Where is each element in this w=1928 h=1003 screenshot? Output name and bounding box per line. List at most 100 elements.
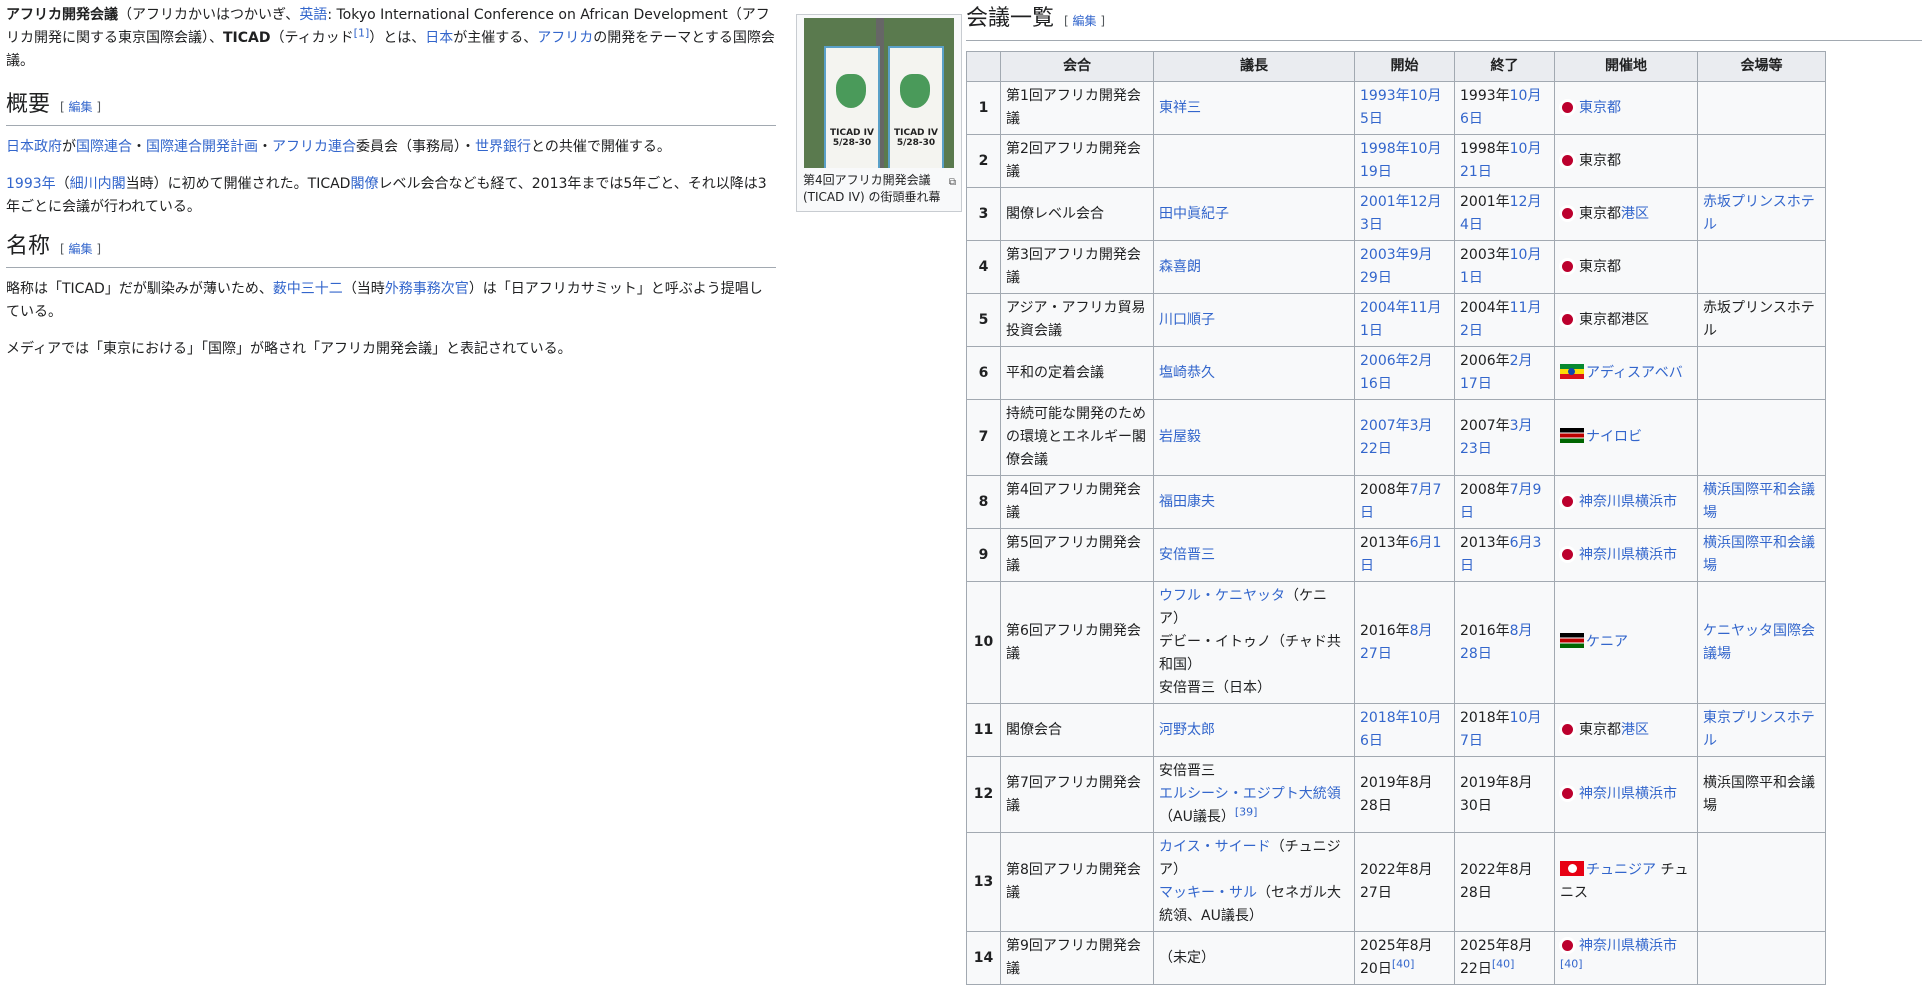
intro-bold-title: アフリカ開発会議 bbox=[6, 7, 118, 23]
link-english[interactable]: 英語 bbox=[299, 7, 327, 23]
link-african-union[interactable]: アフリカ連合 bbox=[272, 139, 356, 155]
cell-link[interactable]: 河野太郎 bbox=[1159, 722, 1215, 738]
link-vice-minister[interactable]: 外務事務次官 bbox=[385, 281, 469, 297]
cell-text: 2022年8月28日 bbox=[1460, 862, 1533, 901]
cell-text: 2007年 bbox=[1460, 417, 1510, 434]
cell-link[interactable]: 1993年10月5日 bbox=[1360, 88, 1441, 127]
cell-link[interactable]: 神奈川県横浜市 bbox=[1579, 938, 1677, 954]
header-venue[interactable]: 会場等 bbox=[1697, 51, 1826, 82]
location-cell: 東京都 bbox=[1554, 240, 1698, 294]
cell-link[interactable]: 神奈川県横浜市 bbox=[1579, 547, 1677, 563]
edit-link[interactable]: 編集 bbox=[69, 100, 93, 114]
cell-text: デビー・イトゥノ（チャド共和国） bbox=[1159, 634, 1341, 673]
section-title: 会議一覧 bbox=[966, 6, 1055, 31]
thumbnail-caption: 第4回アフリカ開発会議 (TICAD IV) の街頭垂れ幕 ⧉ bbox=[800, 168, 958, 208]
header-meeting[interactable]: 会合 bbox=[1000, 51, 1154, 82]
ticad-banner-image[interactable]: TICAD IV 5/28-30 TICAD IV 5/28-30 bbox=[804, 18, 954, 168]
ref-1[interactable]: [1] bbox=[354, 26, 370, 39]
cell-text: 2001年 bbox=[1460, 194, 1510, 210]
japan-flag-icon bbox=[1562, 154, 1573, 166]
cell-link[interactable]: 安倍晋三 bbox=[1159, 547, 1215, 563]
cell-link[interactable]: ナイロビ bbox=[1586, 429, 1642, 445]
reference-link[interactable]: [40] bbox=[1560, 957, 1583, 970]
venue-cell bbox=[1697, 81, 1826, 135]
cell-link[interactable]: 赤坂プリンスホテル bbox=[1703, 194, 1815, 233]
reference-link[interactable]: [39] bbox=[1235, 805, 1258, 818]
link-hosokawa-cabinet[interactable]: 細川内閣 bbox=[70, 176, 126, 192]
cell-link[interactable]: ケニヤッタ国際会議場 bbox=[1703, 623, 1815, 662]
start-date-cell: 2008年7月7日 bbox=[1354, 475, 1455, 529]
banner-left: TICAD IV 5/28-30 bbox=[824, 46, 880, 168]
header-location[interactable]: 開催地 bbox=[1554, 51, 1698, 82]
link-undp[interactable]: 国際連合開発計画 bbox=[146, 139, 258, 155]
cell-link[interactable]: 東京プリンスホテル bbox=[1703, 710, 1815, 749]
cell-link[interactable]: 2001年12月3日 bbox=[1360, 194, 1441, 233]
cell-link[interactable]: 神奈川県横浜市 bbox=[1579, 494, 1677, 510]
cell-link[interactable]: チュニジア bbox=[1586, 862, 1656, 878]
cell-link[interactable]: 2004年11月1日 bbox=[1360, 300, 1441, 339]
end-date-cell: 2004年11月2日 bbox=[1454, 293, 1555, 347]
cell-link[interactable]: 港区 bbox=[1621, 722, 1649, 738]
cell-link[interactable]: ウフル・ケニヤッタ bbox=[1159, 588, 1285, 604]
link-1993[interactable]: 1993年 bbox=[6, 176, 56, 192]
edit-section-list: [ 編集 ] bbox=[1064, 14, 1106, 28]
end-date-cell: 2022年8月28日 bbox=[1454, 832, 1555, 932]
africa-map-icon bbox=[900, 74, 930, 108]
cell-link[interactable]: 森喜朗 bbox=[1159, 259, 1201, 275]
cell-link[interactable]: 福田康夫 bbox=[1159, 494, 1215, 510]
link-united-nations[interactable]: 国際連合 bbox=[76, 139, 132, 155]
link-world-bank[interactable]: 世界銀行 bbox=[475, 139, 531, 155]
cell-link[interactable]: アディスアベバ bbox=[1586, 365, 1683, 381]
cell-text: 2016年 bbox=[1360, 622, 1410, 639]
edit-link[interactable]: 編集 bbox=[69, 242, 93, 256]
venue-cell bbox=[1697, 346, 1826, 400]
cell-link[interactable]: エルシーシ・エジプト大統領 bbox=[1159, 786, 1341, 802]
cell-link[interactable]: 東祥三 bbox=[1159, 100, 1201, 116]
magnify-icon[interactable]: ⧉ bbox=[949, 174, 956, 191]
header-chair[interactable]: 議長 bbox=[1153, 51, 1355, 82]
reference-link[interactable]: [40] bbox=[1492, 957, 1515, 970]
cell-link[interactable]: 2007年3月22日 bbox=[1360, 418, 1433, 457]
tunisia-flag-icon bbox=[1560, 861, 1584, 876]
cell-text: 1993年 bbox=[1460, 88, 1510, 104]
reference-link[interactable]: [40] bbox=[1392, 957, 1415, 970]
cell-link[interactable]: 1998年10月19日 bbox=[1360, 141, 1441, 180]
link-minister[interactable]: 閣僚 bbox=[350, 176, 378, 192]
link-japan[interactable]: 日本 bbox=[425, 30, 453, 46]
intro-text: が主催する、 bbox=[453, 30, 538, 46]
cell-link[interactable]: マッキー・サル bbox=[1159, 885, 1257, 901]
start-date-cell: 2016年8月27日 bbox=[1354, 581, 1455, 704]
cell-link[interactable]: 神奈川県横浜市 bbox=[1579, 786, 1677, 802]
cell-link[interactable]: 2003年9月29日 bbox=[1360, 247, 1433, 286]
cell-link[interactable]: 横浜国際平和会議場 bbox=[1703, 535, 1815, 574]
row-number: 6 bbox=[966, 346, 1001, 400]
cell-link[interactable]: 川口順子 bbox=[1159, 312, 1215, 328]
intro-text: ）とは、 bbox=[369, 30, 426, 46]
cell-link[interactable]: 港区 bbox=[1621, 206, 1649, 222]
article-left-column: アフリカ開発会議（アフリカかいはつかいぎ、英語: Tokyo Internati… bbox=[6, 4, 776, 375]
cell-text: 1998年 bbox=[1460, 141, 1510, 157]
end-date-cell: 2016年8月28日 bbox=[1454, 581, 1555, 704]
header-end[interactable]: 終了 bbox=[1454, 51, 1555, 82]
cell-link[interactable]: 田中眞紀子 bbox=[1159, 206, 1229, 222]
edit-link[interactable]: 編集 bbox=[1073, 14, 1097, 28]
end-date-cell: 1993年10月6日 bbox=[1454, 81, 1555, 135]
cell-link[interactable]: ケニア bbox=[1586, 634, 1628, 650]
kenya-flag-icon bbox=[1560, 428, 1584, 443]
text: （ bbox=[55, 176, 70, 192]
cell-link[interactable]: 横浜国際平和会議場 bbox=[1703, 482, 1815, 521]
link-africa[interactable]: アフリカ bbox=[537, 30, 593, 46]
cell-link[interactable]: 東京都 bbox=[1579, 100, 1621, 116]
link-japan-government[interactable]: 日本政府 bbox=[6, 139, 62, 155]
text: ・ bbox=[258, 139, 272, 155]
cell-link[interactable]: 2006年2月16日 bbox=[1360, 353, 1433, 392]
header-start[interactable]: 開始 bbox=[1354, 51, 1455, 82]
row-number: 9 bbox=[966, 528, 1001, 582]
venue-cell bbox=[1697, 832, 1826, 932]
cell-link[interactable]: 塩崎恭久 bbox=[1159, 365, 1215, 381]
cell-link[interactable]: 2018年10月6日 bbox=[1360, 710, 1441, 749]
cell-link[interactable]: 岩屋毅 bbox=[1159, 429, 1201, 445]
meeting-name: 第7回アフリカ開発会議 bbox=[1000, 756, 1154, 833]
cell-link[interactable]: カイス・サイード bbox=[1159, 839, 1271, 855]
link-yabunaka[interactable]: 薮中三十二 bbox=[273, 281, 343, 297]
